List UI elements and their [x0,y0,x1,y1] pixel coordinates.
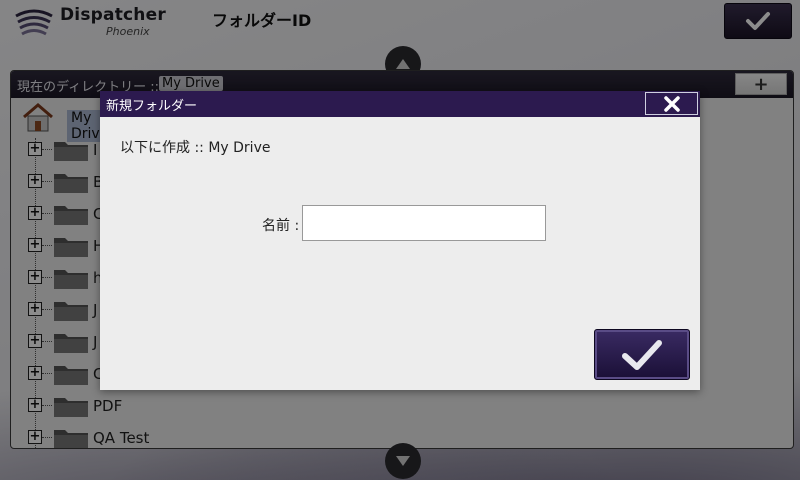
check-icon [622,339,662,370]
folder-name-input[interactable] [302,205,546,241]
new-folder-dialog: 新規フォルダー 以下に作成 :: My Drive 名前 : [100,91,700,390]
close-button[interactable] [645,92,698,115]
dialog-header: 新規フォルダー [100,91,700,117]
dialog-title: 新規フォルダー [106,99,198,114]
create-under-label: 以下に作成 :: My Drive [120,140,271,156]
dialog-confirm-button[interactable] [594,329,690,380]
close-icon [663,95,680,112]
folder-name-label: 名前 : [262,218,300,234]
